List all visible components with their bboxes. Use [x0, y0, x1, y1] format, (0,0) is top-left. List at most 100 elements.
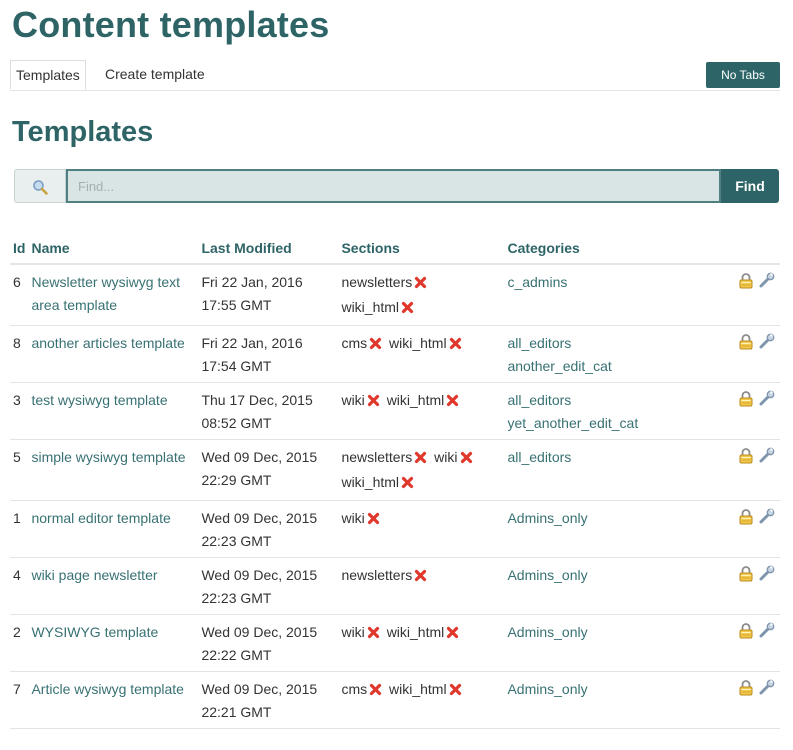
remove-x-icon[interactable] [414, 448, 427, 471]
lock-icon[interactable] [738, 447, 754, 471]
section-tag: wiki [341, 392, 382, 408]
last-modified: Wed 09 Dec, 2015 22:23 GMT [198, 557, 339, 615]
remove-x-icon[interactable] [449, 334, 462, 357]
sections-cell: wiki [338, 500, 505, 558]
row-actions [705, 439, 780, 501]
lock-icon[interactable] [738, 679, 754, 703]
sections-cell: newsletters [338, 557, 505, 615]
remove-x-icon[interactable] [446, 623, 459, 646]
category-link[interactable]: Admins_only [507, 681, 587, 697]
wrench-icon[interactable] [758, 621, 776, 646]
row-actions [705, 382, 780, 440]
section-tag: wiki_html [387, 624, 463, 640]
section-tag: wiki [434, 449, 475, 465]
template-name-link[interactable]: WYSIWYG template [31, 624, 158, 640]
row-actions [705, 500, 780, 558]
remove-x-icon[interactable] [367, 509, 380, 532]
search-icon [14, 169, 66, 203]
lock-icon[interactable] [738, 565, 754, 589]
lock-icon[interactable] [738, 508, 754, 532]
category-link[interactable]: all_editors [507, 335, 571, 351]
section-name: wiki_html [386, 624, 445, 640]
template-name-link[interactable]: Article wysiwyg template [31, 681, 184, 697]
remove-x-icon[interactable] [367, 391, 380, 414]
category-link[interactable]: all_editors [507, 392, 571, 408]
wrench-icon[interactable] [758, 332, 776, 357]
category-link[interactable]: Admins_only [507, 567, 587, 583]
tab-create-template[interactable]: Create template [100, 60, 210, 88]
section-tag: newsletters [341, 449, 430, 465]
col-header-last-modified[interactable]: Last Modified [198, 233, 339, 265]
row-id: 8 [10, 325, 29, 383]
lock-icon[interactable] [738, 272, 754, 296]
row-actions [705, 614, 780, 672]
categories-cell: Admins_only [504, 557, 706, 615]
categories-cell: c_admins [504, 264, 706, 326]
table-row: 6 Newsletter wysiwyg text area template Fr… [10, 264, 780, 326]
section-title: Templates [12, 116, 154, 148]
sections-cell: cms wiki_html [338, 325, 505, 383]
remove-x-icon[interactable] [369, 680, 382, 703]
remove-x-icon[interactable] [414, 566, 427, 589]
table-row: 1 normal editor template Wed 09 Dec, 2015 … [10, 500, 780, 558]
template-name-link[interactable]: test wysiwyg template [31, 392, 167, 408]
remove-x-icon[interactable] [460, 448, 473, 471]
row-id: 2 [10, 614, 29, 672]
remove-x-icon[interactable] [367, 623, 380, 646]
last-modified: Wed 09 Dec, 2015 22:29 GMT [198, 439, 339, 501]
lock-icon[interactable] [738, 390, 754, 414]
row-id: 6 [10, 264, 29, 326]
search-bar: Find [14, 169, 779, 203]
wrench-icon[interactable] [758, 389, 776, 414]
category-link[interactable]: c_admins [507, 274, 567, 290]
lock-icon[interactable] [738, 622, 754, 646]
no-tabs-button[interactable]: No Tabs [706, 62, 780, 88]
col-header-actions [705, 233, 780, 265]
table-header-row: Id Name Last Modified Sections Categorie… [10, 233, 780, 265]
sections-cell: wiki wiki_html [338, 382, 505, 440]
categories-cell: all_editors yet_another_edit_cat [504, 382, 706, 440]
categories-cell: Admins_only [504, 500, 706, 558]
category-link[interactable]: all_editors [507, 449, 571, 465]
wrench-icon[interactable] [758, 446, 776, 471]
section-tag: wiki [341, 624, 382, 640]
remove-x-icon[interactable] [446, 391, 459, 414]
remove-x-icon[interactable] [449, 680, 462, 703]
wrench-icon[interactable] [758, 564, 776, 589]
col-header-sections[interactable]: Sections [338, 233, 505, 265]
col-header-categories[interactable]: Categories [504, 233, 706, 265]
template-name-link[interactable]: simple wysiwyg template [31, 449, 185, 465]
template-name-link[interactable]: Newsletter wysiwyg text area template [31, 274, 180, 313]
col-header-name[interactable]: Name [28, 233, 199, 265]
search-input[interactable] [66, 169, 721, 203]
section-name: wiki_html [389, 681, 447, 697]
table-row: 2 WYSIWYG template Wed 09 Dec, 2015 22:22 … [10, 614, 780, 672]
sections-cell: cms wiki_html [338, 671, 505, 729]
wrench-icon[interactable] [758, 678, 776, 703]
wrench-icon[interactable] [758, 507, 776, 532]
template-name-link[interactable]: another articles template [31, 335, 184, 351]
category-link[interactable]: yet_another_edit_cat [507, 415, 638, 431]
find-button[interactable]: Find [721, 169, 779, 203]
template-name-link[interactable]: normal editor template [31, 510, 170, 526]
sections-cell: wiki wiki_html [338, 614, 505, 672]
sections-cell: newsletters wiki_html [338, 264, 505, 326]
row-id: 5 [10, 439, 29, 501]
category-link[interactable]: Admins_only [507, 510, 587, 526]
lock-icon[interactable] [738, 333, 754, 357]
section-name: wiki_html [341, 474, 400, 490]
remove-x-icon[interactable] [401, 473, 414, 496]
remove-x-icon[interactable] [369, 334, 382, 357]
row-actions [705, 325, 780, 383]
category-link[interactable]: Admins_only [507, 624, 587, 640]
template-name-link[interactable]: wiki page newsletter [31, 567, 157, 583]
wrench-icon[interactable] [758, 271, 776, 296]
row-actions [705, 671, 780, 729]
remove-x-icon[interactable] [414, 273, 427, 296]
tab-templates[interactable]: Templates [10, 60, 86, 90]
col-header-id[interactable]: Id [10, 233, 29, 265]
category-link[interactable]: another_edit_cat [507, 358, 611, 374]
table-row: 8 another articles template Fri 22 Jan, 20… [10, 325, 780, 383]
section-tag: wiki_html [389, 681, 465, 697]
remove-x-icon[interactable] [401, 298, 414, 321]
